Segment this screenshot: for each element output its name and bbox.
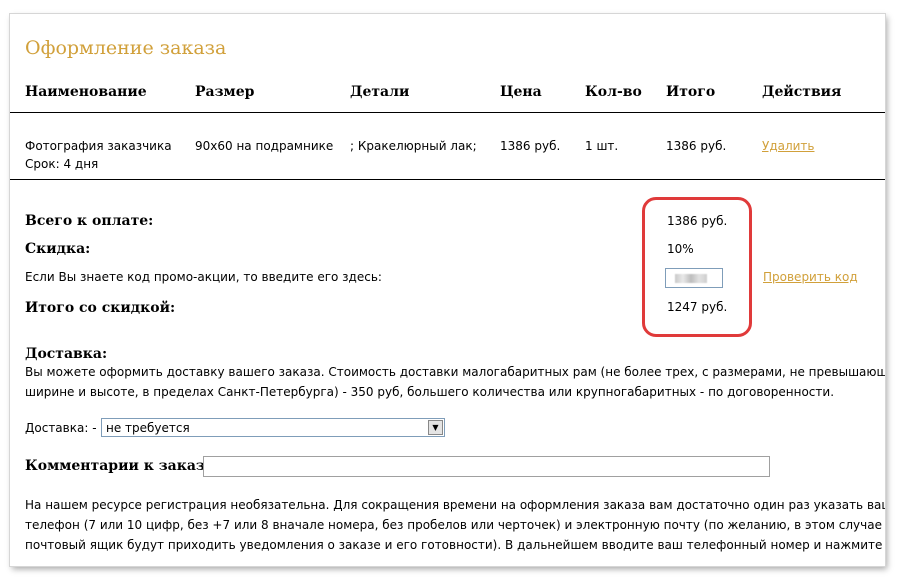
delete-link[interactable]: Удалить: [762, 139, 815, 153]
comments-input[interactable]: [203, 456, 770, 477]
delivery-select[interactable]: не требуется ▼: [101, 418, 445, 437]
item-term: Срок: 4 дня: [25, 157, 99, 171]
item-qty: 1 шт.: [585, 139, 619, 153]
total-label: Всего к оплате:: [25, 213, 154, 229]
highlight-box: [642, 197, 752, 337]
comments-label: Комментарии к заказу:: [25, 458, 219, 474]
chevron-down-icon[interactable]: ▼: [428, 420, 443, 435]
delivery-text-line-1: Вы можете оформить доставку вашего заказ…: [25, 365, 885, 379]
check-code-link[interactable]: Проверить код: [763, 270, 858, 284]
info-text-line-2: телефон (7 или 10 цифр, без +7 или 8 вна…: [25, 518, 885, 532]
page-title: Оформление заказа: [25, 37, 227, 59]
page-frame: Оформление заказа Наименование Размер Де…: [10, 14, 885, 566]
table-bottom-divider: [10, 179, 885, 180]
col-header-price: Цена: [500, 84, 542, 100]
col-header-details: Детали: [350, 84, 410, 100]
discount-label: Скидка:: [25, 241, 91, 257]
delivery-heading: Доставка:: [25, 346, 108, 362]
item-name: Фотография заказчика: [25, 139, 172, 153]
item-price: 1386 руб.: [500, 139, 561, 153]
delivery-text-line-2: ширине и высоте, в пределах Санкт-Петерб…: [25, 385, 835, 399]
delivery-select-label: Доставка: -: [25, 421, 97, 435]
item-details: ; Кракелюрный лак;: [350, 139, 477, 153]
promo-label: Если Вы знаете код промо-акции, то введи…: [25, 270, 382, 284]
col-header-actions: Действия: [762, 84, 842, 100]
info-text-line-1: На нашем ресурсе регистрация необязатель…: [25, 498, 885, 512]
col-header-name: Наименование: [25, 84, 147, 100]
final-total-label: Итого со скидкой:: [25, 300, 176, 316]
item-size: 90х60 на подрамнике: [195, 139, 334, 153]
col-header-total: Итого: [666, 84, 716, 100]
delivery-select-value: не требуется: [106, 421, 190, 435]
item-total: 1386 руб.: [666, 139, 727, 153]
col-header-qty: Кол-во: [585, 84, 642, 100]
col-header-size: Размер: [195, 84, 255, 100]
table-header-divider: [10, 112, 885, 113]
info-text-line-3: почтовый ящик будут приходить уведомлени…: [25, 538, 885, 552]
